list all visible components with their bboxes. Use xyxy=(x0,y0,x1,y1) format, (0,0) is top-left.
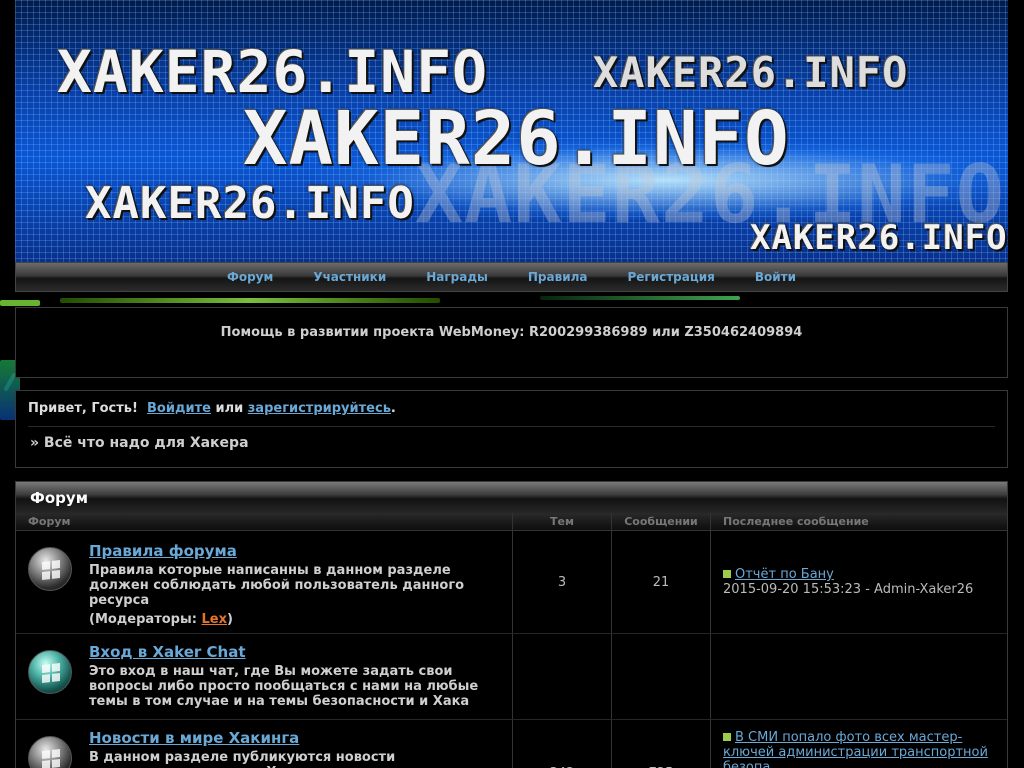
main-nav: Форум Участники Награды Правила Регистра… xyxy=(15,262,1008,292)
forum-status-icon xyxy=(28,547,72,591)
topics-count xyxy=(513,634,612,719)
column-forum: Форум xyxy=(16,513,513,530)
nav-awards-link[interactable]: Награды xyxy=(406,270,508,284)
nav-forum-link[interactable]: Форум xyxy=(207,270,293,284)
site-banner: XAKER26.INFO XAKER26.INFO XAKER26.INFO X… xyxy=(15,0,1008,262)
nav-login-link[interactable]: Войти xyxy=(735,270,816,284)
last-post-link[interactable]: В СМИ попало фото всех мастер-ключей адм… xyxy=(723,730,988,768)
breadcrumb: » Всё что надо для Хакера xyxy=(30,435,249,451)
forum-description: В данном разделе публикуются новости про… xyxy=(89,750,396,768)
welcome-panel: Привет, Гость! Войдите или зарегистрируй… xyxy=(15,390,1008,468)
dot-text: . xyxy=(390,401,396,416)
forum-title-link[interactable]: Новости в мире Хакинга xyxy=(89,729,299,747)
forum-columns-header: Форум Тем Сообщении Последнее сообщение xyxy=(16,513,1007,531)
last-post-meta: 2015-09-20 15:53:23 - Admin-Xaker26 xyxy=(723,582,974,597)
login-link[interactable]: Войдите xyxy=(147,401,211,416)
forum-description: Правила которые написанны в данном разде… xyxy=(89,563,465,608)
moderators-close: ) xyxy=(226,612,233,627)
posts-count: 725 xyxy=(612,720,711,768)
forum-title-link[interactable]: Вход в Xaker Chat xyxy=(89,643,246,661)
forum-row: Новости в мире Хакинга В данном разделе … xyxy=(16,720,1007,768)
forum-moderators: (Модераторы: Lex) xyxy=(89,612,500,627)
banner-logo-text: XAKER26.INFO xyxy=(593,48,909,97)
donate-panel: Помощь в развитии проекта WebMoney: R200… xyxy=(15,307,1008,378)
last-post-link[interactable]: Отчёт по Бану xyxy=(735,567,834,582)
banner-logo-text: XAKER26.INFO xyxy=(750,218,1008,258)
last-post xyxy=(711,634,1007,719)
nav-members-link[interactable]: Участники xyxy=(293,270,406,284)
nav-rules-link[interactable]: Правила xyxy=(508,270,608,284)
topics-count: 3 xyxy=(513,531,612,633)
moderator-link[interactable]: Lex xyxy=(201,612,227,627)
new-post-icon xyxy=(723,570,731,578)
donate-text: Помощь в развитии проекта WebMoney: R200… xyxy=(220,325,803,340)
forum-row: Правила форума Правила которые написанны… xyxy=(16,531,1007,634)
banner-logo-text: XAKER26.INFO xyxy=(85,178,415,229)
column-last-post: Последнее сообщение xyxy=(723,515,869,528)
forum-row: Вход в Xaker Chat Это вход в наш чат, гд… xyxy=(16,634,1007,720)
forum-table: Форум Форум Тем Сообщении Последнее сооб… xyxy=(15,481,1008,768)
forum-title-link[interactable]: Правила форума xyxy=(89,542,237,560)
forum-status-icon xyxy=(28,736,72,768)
forum-status-icon xyxy=(28,650,72,694)
column-posts: Сообщении xyxy=(612,513,711,530)
or-text: или xyxy=(215,401,244,416)
moderators-label: (Модераторы: xyxy=(89,612,197,627)
nav-register-link[interactable]: Регистрация xyxy=(608,270,735,284)
forum-description: Это вход в наш чат, где Вы можете задать… xyxy=(89,664,479,709)
last-post: Отчёт по Бану 2015-09-20 15:53:23 - Admi… xyxy=(711,531,1007,633)
topics-count: 342 xyxy=(513,720,612,768)
banner-logo-text: XAKER26.INFO xyxy=(243,96,790,182)
welcome-line: Привет, Гость! Войдите или зарегистрируй… xyxy=(28,401,995,416)
posts-count: 21 xyxy=(612,531,711,633)
register-link[interactable]: зарегистрируйтесь xyxy=(248,401,391,416)
last-post: В СМИ попало фото всех мастер-ключей адм… xyxy=(711,720,1007,768)
greeting-text: Привет, Гость! xyxy=(28,401,138,416)
column-topics: Тем xyxy=(513,513,612,530)
forum-heading: Форум xyxy=(16,482,1007,513)
forum-heading-text: Форум xyxy=(30,488,88,507)
posts-count xyxy=(612,634,711,719)
new-post-icon xyxy=(723,733,731,741)
